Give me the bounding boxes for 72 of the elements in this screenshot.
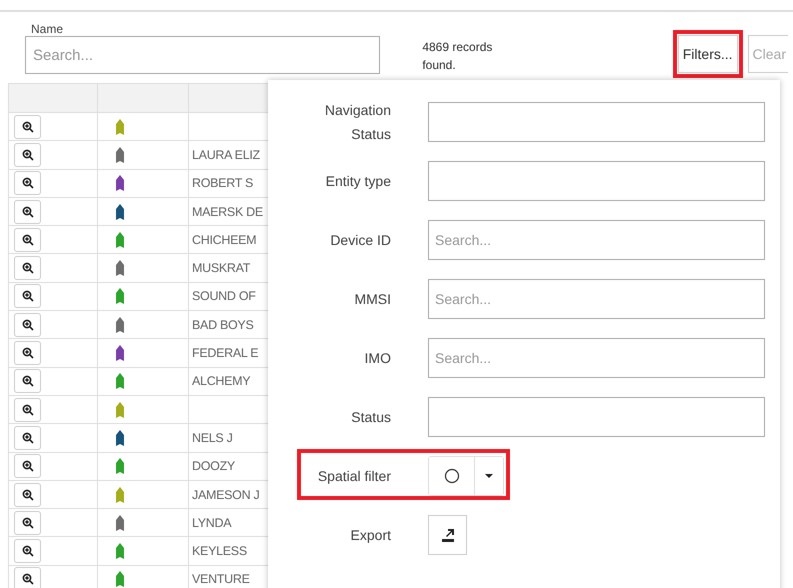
vessel-name: CHICHEEM: [192, 232, 256, 247]
records-count: 4869 records found.: [422, 39, 494, 74]
zoom-button[interactable]: [14, 256, 41, 280]
filter-label: Device ID: [329, 230, 391, 250]
zoom-button[interactable]: [14, 454, 41, 478]
zoom-button[interactable]: [14, 539, 41, 564]
zoom-button[interactable]: [14, 312, 41, 337]
vessel-name: ROBERT S: [192, 176, 254, 190]
export-button[interactable]: [428, 514, 467, 554]
filter-label: Status: [350, 408, 391, 426]
filter-label: Export: [350, 526, 391, 545]
toolbar-button[interactable]: Filters...: [678, 35, 738, 73]
zoom-in-icon: [22, 120, 34, 133]
filter-field[interactable]: [428, 396, 765, 436]
zoom-button[interactable]: [14, 228, 41, 252]
circle-icon: [444, 468, 460, 484]
vessel-name: NELS J: [192, 430, 233, 445]
zoom-in-icon: [22, 460, 34, 472]
zoom-in-icon: [22, 432, 34, 444]
vessel-name: VENTURE: [192, 572, 250, 586]
zoom-in-icon: [22, 148, 34, 161]
export-icon: [440, 526, 456, 542]
vessel-name: BAD BOYS: [192, 318, 254, 332]
zoom-in-icon: [22, 516, 34, 529]
filter-label: IMO: [364, 348, 391, 368]
name-label: Name: [31, 22, 64, 36]
zoom-in-icon: [22, 347, 34, 360]
filter-field[interactable]: Search...: [428, 220, 765, 260]
zoom-button[interactable]: [14, 284, 41, 308]
filter-label: Spatial filter: [316, 466, 391, 486]
circle-tool-button[interactable]: [429, 456, 475, 494]
filter-label: MMSI: [353, 290, 391, 308]
zoom-in-icon: [22, 573, 34, 586]
filter-label: Entity type: [324, 172, 391, 191]
vessel-name: FEDERAL E: [192, 346, 258, 360]
filter-field[interactable]: Search...: [428, 278, 765, 318]
zoom-in-icon: [22, 318, 34, 331]
name-search-field[interactable]: Search...: [25, 36, 380, 74]
vessel-name: JAMESON J: [192, 488, 260, 502]
vessel-name: DOOZY: [192, 459, 235, 474]
zoom-in-icon: [22, 488, 34, 500]
filter-field[interactable]: [428, 102, 765, 142]
vessel-name: MUSKRAT: [192, 261, 250, 276]
vessel-name: ALCHEMY: [192, 374, 250, 388]
zoom-in-icon: [22, 234, 34, 246]
vessel-name: SOUND OF: [192, 289, 256, 304]
zoom-in-icon: [22, 177, 34, 190]
zoom-button[interactable]: [14, 398, 41, 422]
zoom-button[interactable]: [14, 567, 41, 588]
zoom-button[interactable]: [14, 200, 41, 224]
zoom-button[interactable]: [14, 369, 41, 394]
zoom-button[interactable]: [14, 142, 41, 167]
vessel-name: MAERSK DE: [192, 204, 263, 219]
zoom-in-icon: [22, 290, 34, 302]
zoom-in-icon: [22, 545, 34, 558]
zoom-in-icon: [22, 375, 34, 388]
zoom-in-icon: [22, 206, 34, 218]
zoom-button[interactable]: [14, 114, 41, 139]
zoom-button[interactable]: [14, 510, 41, 535]
caret-icon: [484, 472, 494, 478]
filter-label: Navigation Status: [324, 100, 391, 144]
vessel-name: LAURA ELIZ: [192, 148, 260, 162]
zoom-button[interactable]: [14, 341, 41, 366]
zoom-button[interactable]: [14, 426, 41, 450]
zoom-button[interactable]: [14, 171, 41, 196]
zoom-button[interactable]: [14, 482, 41, 506]
zoom-in-icon: [22, 404, 34, 416]
zoom-in-icon: [22, 262, 34, 274]
filter-field[interactable]: Search...: [428, 338, 765, 378]
filter-field[interactable]: [428, 160, 765, 200]
vessel-name: KEYLESS: [192, 544, 247, 558]
vessel-name: LYNDA: [192, 516, 232, 530]
